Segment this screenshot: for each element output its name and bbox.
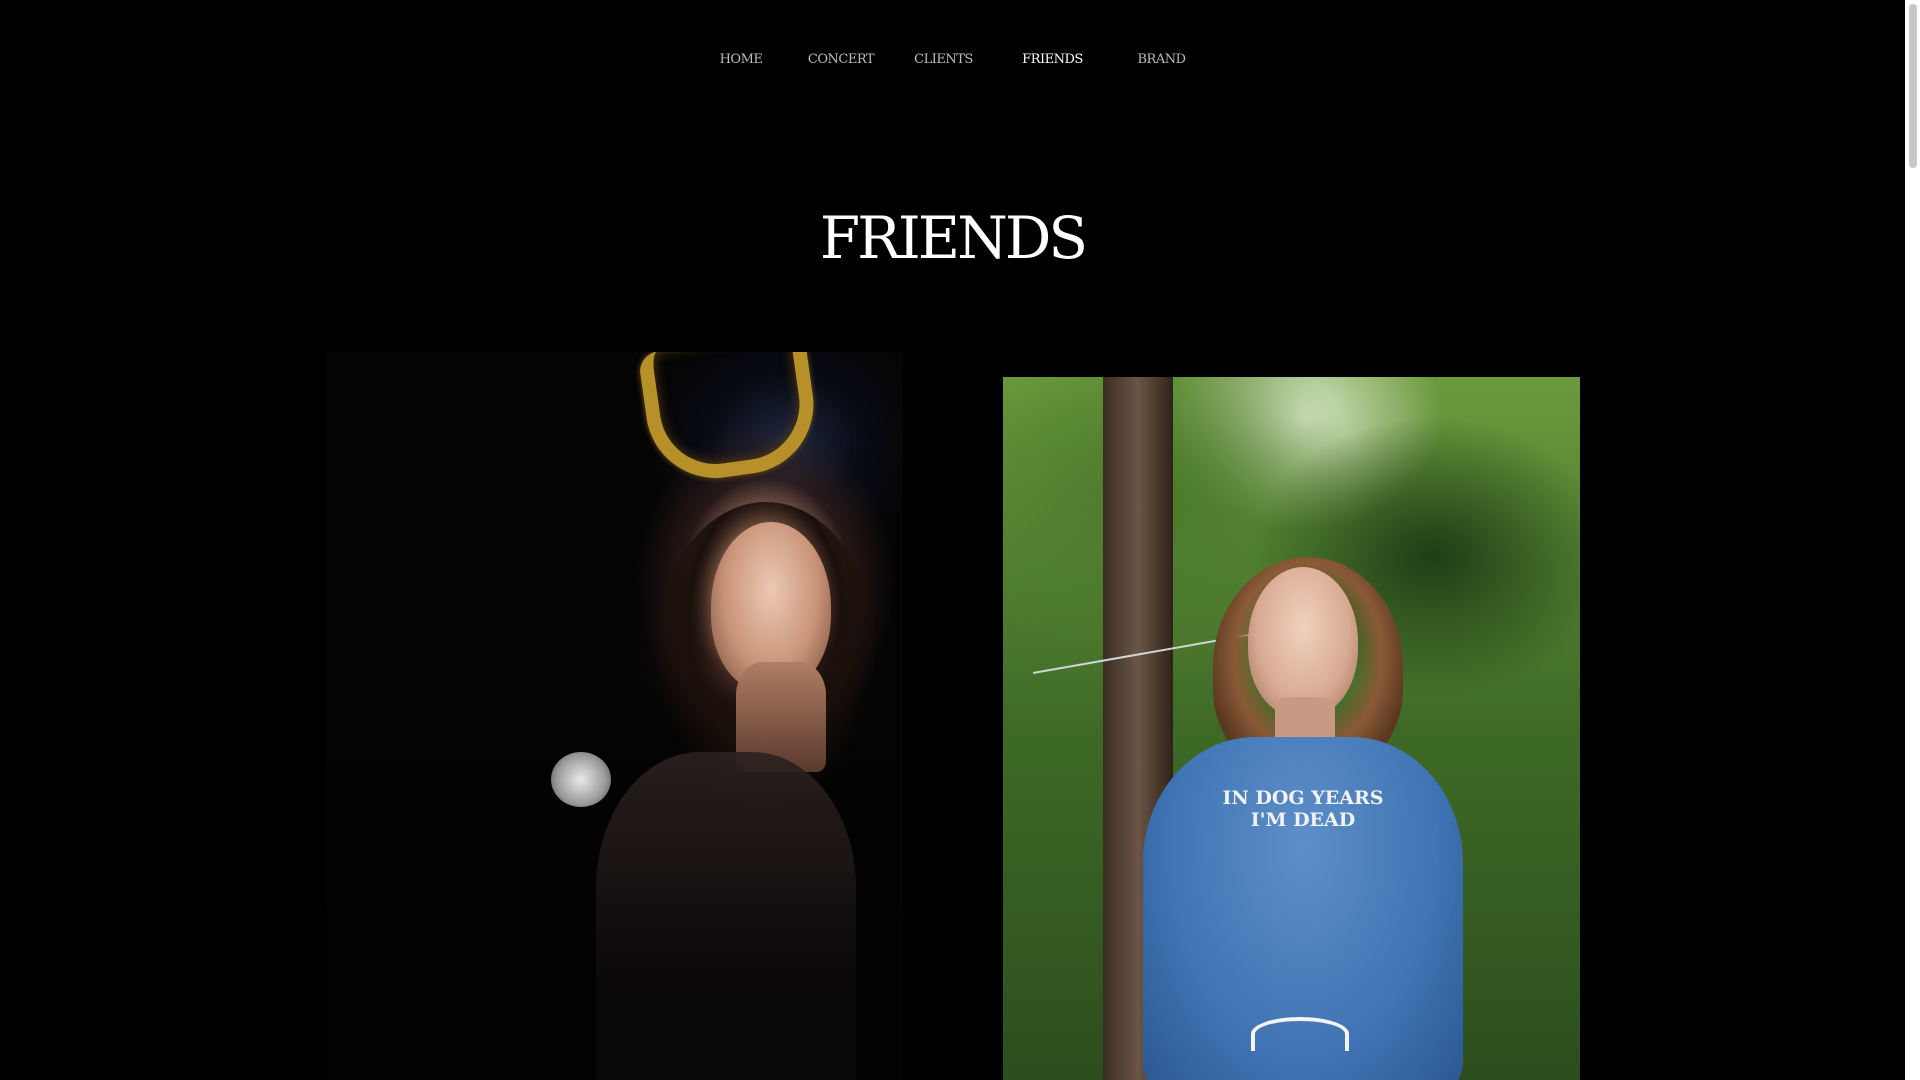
sheer-top [596,752,856,1080]
nav-item-clients[interactable]: CLIENTS [894,52,994,67]
scrollbar[interactable] [1905,0,1920,1080]
tshirt-print-line-2: I'M DEAD [1250,809,1356,831]
nav-item-concert[interactable]: CONCERT [789,52,894,67]
tshirt-print-line-1: IN DOG YEARS [1222,787,1384,809]
page-title: FRIENDS [819,203,1088,272]
scrollbar-thumb[interactable] [1909,4,1917,168]
mirror-frame [637,352,823,488]
nav-item-home[interactable]: HOME [694,52,789,67]
nav-item-brand[interactable]: BRAND [1112,52,1212,67]
gallery-photo-woman-blue-shirt[interactable]: IN DOG YEARS I'M DEAD [1003,377,1580,1080]
brooch [551,752,611,807]
face [1248,567,1358,717]
nav-item-friends[interactable]: FRIENDS [994,52,1112,67]
main-nav: HOME CONCERT CLIENTS FRIENDS BRAND [0,52,1905,67]
tshirt-print: IN DOG YEARS I'M DEAD [1143,787,1463,831]
page: HOME CONCERT CLIENTS FRIENDS BRAND FRIEN… [0,0,1920,1080]
gallery-photo-woman-with-mirror[interactable] [326,352,903,1080]
hanger-icon [1251,1017,1349,1051]
